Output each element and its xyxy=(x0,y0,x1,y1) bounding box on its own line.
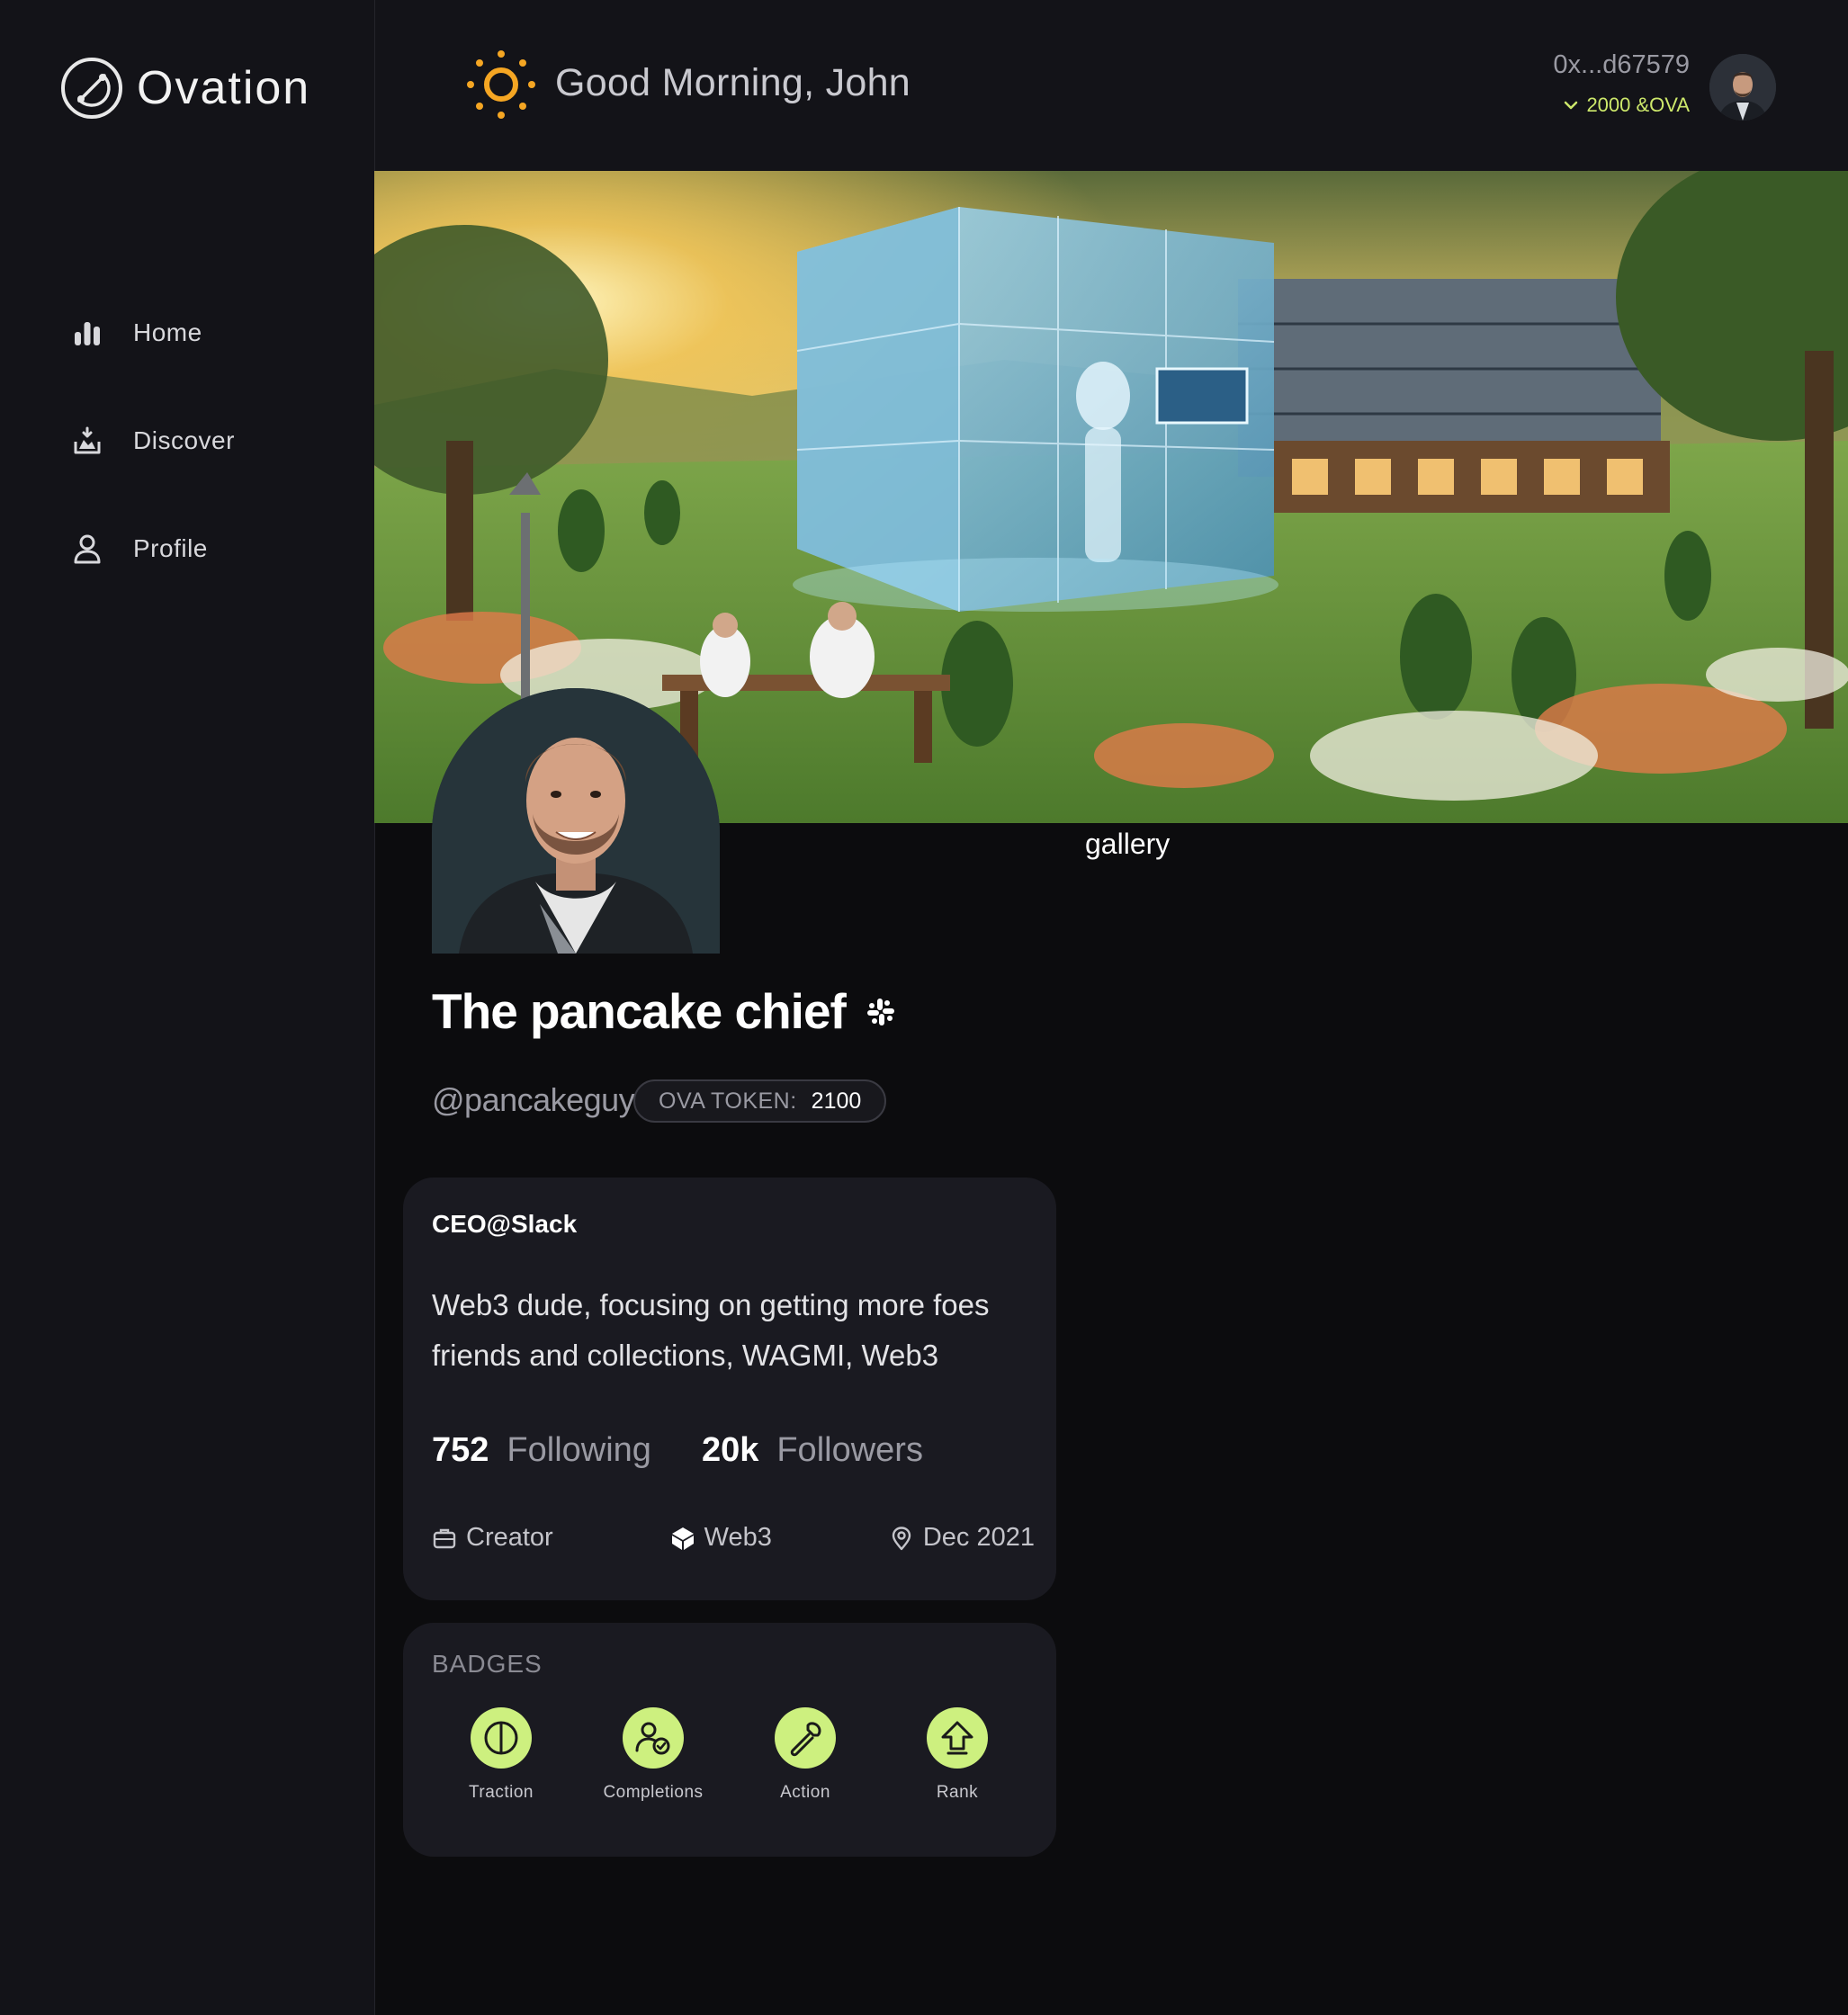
chevron-down-icon xyxy=(1565,101,1578,110)
badge-rank[interactable]: Rank xyxy=(890,1707,1025,1803)
badge-completions[interactable]: Completions xyxy=(586,1707,721,1803)
user-icon xyxy=(74,534,101,564)
bio-text: Web3 dude, focusing on getting more foes… xyxy=(432,1288,990,1372)
token-label: OVA TOKEN: xyxy=(659,1088,797,1114)
follow-stats: 752 Following 20k Followers xyxy=(432,1431,973,1470)
discover-icon xyxy=(74,426,101,454)
badge-label: Traction xyxy=(469,1783,534,1802)
completions-icon xyxy=(635,1722,670,1755)
profile-display-name: The pancake chief xyxy=(432,983,847,1039)
gallery-label[interactable]: gallery xyxy=(1085,828,1170,861)
followers-label[interactable]: Followers xyxy=(776,1431,923,1470)
briefcase-icon xyxy=(433,1528,456,1548)
meta-category: Web3 xyxy=(670,1523,772,1553)
sun-icon xyxy=(467,50,535,119)
wallet-address[interactable]: 0x...d67579 xyxy=(1553,50,1690,80)
traction-icon xyxy=(484,1721,518,1755)
user-avatar[interactable] xyxy=(1709,54,1776,121)
meta-joined-label: Dec 2021 xyxy=(922,1523,1035,1552)
bar-chart-icon xyxy=(75,322,100,345)
meta-category-label: Web3 xyxy=(704,1523,772,1552)
badge-label: Action xyxy=(780,1783,830,1802)
ovation-logo-icon xyxy=(61,58,122,119)
sidebar-item-label: Profile xyxy=(133,534,208,562)
bio-card: CEO@Slack Web3 dude, focusing on getting… xyxy=(403,1178,1056,1600)
rank-up-icon xyxy=(941,1721,973,1755)
sidebar: Ovation Home Discover Profile xyxy=(0,0,375,2015)
meta-joined: Dec 2021 xyxy=(889,1523,1035,1553)
ova-token-badge: OVA TOKEN: 2100 xyxy=(633,1079,887,1123)
badge-label: Rank xyxy=(936,1783,979,1802)
bio-title: CEO@Slack xyxy=(432,1210,578,1238)
sidebar-item-label: Home xyxy=(133,318,202,346)
top-header: Good Morning, John 0x...d67579 2000 &OVA xyxy=(375,0,1848,171)
sidebar-item-profile[interactable]: Profile xyxy=(72,522,208,576)
badges-card: BADGES Traction Completions Action Rank xyxy=(403,1623,1056,1857)
sidebar-item-home[interactable]: Home xyxy=(72,306,202,360)
following-label[interactable]: Following xyxy=(507,1431,651,1470)
slack-icon xyxy=(867,999,894,1025)
wallet-balance-value: 2000 &OVA xyxy=(1586,94,1690,116)
followers-count[interactable]: 20k xyxy=(702,1431,758,1470)
badges-title: BADGES xyxy=(432,1650,543,1678)
greeting-text: Good Morning, John xyxy=(555,61,911,104)
meta-role: Creator xyxy=(432,1523,553,1553)
wallet-balance-dropdown[interactable]: 2000 &OVA xyxy=(1563,94,1690,117)
location-pin-icon xyxy=(892,1526,911,1550)
sidebar-item-label: Discover xyxy=(133,426,235,454)
avatar-image xyxy=(1709,54,1776,121)
cube-icon xyxy=(671,1527,694,1550)
profile-handle: @pancakeguy xyxy=(432,1081,635,1118)
app-name: Ovation xyxy=(137,62,311,114)
badge-label: Completions xyxy=(603,1783,704,1802)
badge-traction[interactable]: Traction xyxy=(434,1707,569,1803)
app-logo[interactable]: Ovation xyxy=(59,56,310,121)
token-value: 2100 xyxy=(811,1088,862,1114)
following-count[interactable]: 752 xyxy=(432,1431,489,1470)
wrench-icon xyxy=(790,1722,821,1757)
badge-action[interactable]: Action xyxy=(738,1707,873,1803)
sidebar-item-discover[interactable]: Discover xyxy=(72,414,235,468)
profile-meta-row: Creator Web3 Dec 2021 xyxy=(432,1523,1035,1553)
meta-role-label: Creator xyxy=(466,1523,553,1552)
